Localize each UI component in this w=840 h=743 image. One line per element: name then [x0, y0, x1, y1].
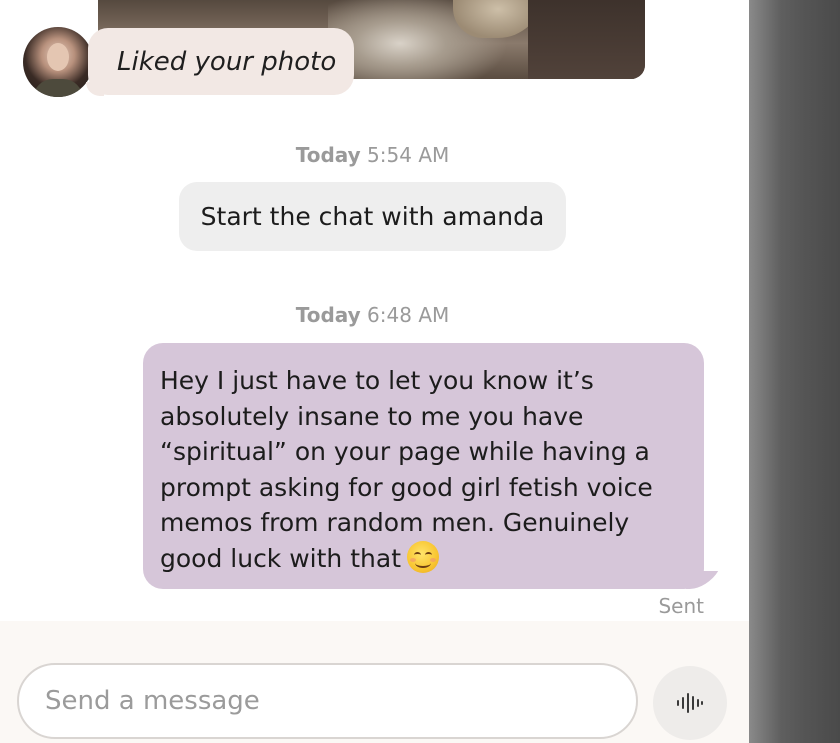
- message-line: good luck with that: [160, 543, 401, 573]
- smiling-face-emoji-icon: [407, 540, 439, 573]
- avatar[interactable]: [23, 27, 93, 97]
- sent-message-bubble[interactable]: Hey I just have to let you know it’s abs…: [143, 343, 719, 589]
- message-composer: [0, 621, 749, 743]
- chat-pane: Liked your photo Today 5:54 AM Start the…: [0, 0, 749, 743]
- start-chat-prompt: Start the chat with amanda: [179, 182, 566, 251]
- liked-photo-label: Liked your photo: [117, 46, 337, 77]
- sent-status: Sent: [658, 594, 704, 618]
- timestamp-time: 6:48 AM: [367, 303, 450, 327]
- timestamp: Today 6:48 AM: [0, 303, 745, 327]
- timestamp: Today 5:54 AM: [0, 143, 745, 167]
- timestamp-day: Today: [295, 143, 361, 167]
- message-line: memos from random men. Genuinely: [160, 508, 630, 537]
- timestamp-day: Today: [295, 303, 361, 327]
- photo-background: [528, 0, 645, 79]
- message-input[interactable]: [17, 663, 638, 739]
- bubble-tail: [685, 571, 719, 589]
- message-line: prompt asking for good girl fetish voice: [160, 472, 653, 502]
- background-panel: [749, 0, 840, 743]
- waveform-icon: [677, 693, 703, 713]
- voice-memo-button[interactable]: [653, 666, 727, 740]
- message-line: “spiritual” on your page while having a: [160, 437, 650, 466]
- bubble-tail: [86, 82, 104, 96]
- liked-photo-bubble: Liked your photo: [86, 28, 355, 96]
- message-line: absolutely insane to me you have: [160, 401, 584, 431]
- message-line-last: good luck with that: [160, 540, 686, 577]
- avatar-face: [47, 43, 69, 71]
- message-line: Hey I just have to let you know it’s: [160, 366, 594, 395]
- avatar-shirt: [33, 79, 83, 97]
- timestamp-time: 5:54 AM: [367, 143, 450, 167]
